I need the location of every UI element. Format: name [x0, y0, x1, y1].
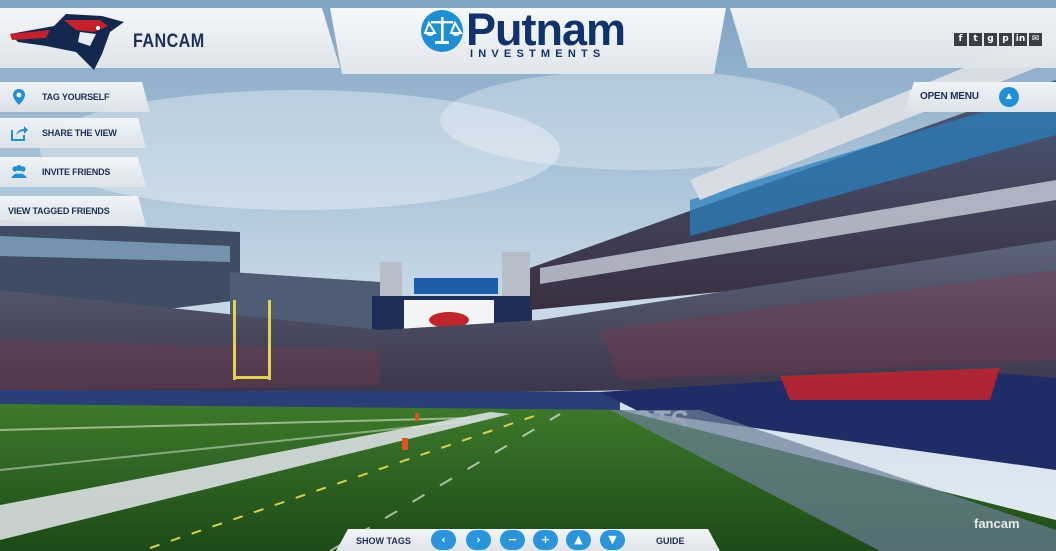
pan-down-button[interactable]: ▼ [600, 530, 625, 550]
app-title: FANCAM [133, 31, 205, 52]
tag-yourself-label: TAG YOURSELF [42, 92, 110, 102]
goal-post [268, 300, 271, 380]
patriots-logo [10, 14, 124, 70]
tower [502, 252, 530, 302]
share-view-label: SHARE THE VIEW [42, 128, 117, 138]
facebook-icon[interactable]: f [954, 33, 967, 46]
stadium-panorama[interactable]: PATRIOTS [0, 0, 1056, 551]
pylon [415, 413, 419, 421]
goal-post [233, 300, 236, 380]
map-pin-icon [10, 88, 28, 106]
twitter-icon[interactable]: t [969, 33, 982, 46]
pinterest-icon[interactable]: p [999, 33, 1012, 46]
email-icon[interactable]: ✉ [1029, 33, 1042, 46]
tag-yourself-button[interactable]: TAG YOURSELF [0, 82, 150, 112]
chevron-up-icon: ▲ [999, 87, 1019, 107]
pylon [402, 438, 408, 450]
open-menu-label: OPEN MENU [920, 91, 979, 102]
linkedin-icon[interactable]: in [1014, 33, 1027, 46]
zoom-in-button[interactable]: + [533, 530, 558, 550]
pan-right-button[interactable]: › [466, 530, 491, 550]
viewer-controls: SHOW TAGS ‹ › − + ▲ ▼ GUIDE [336, 529, 720, 551]
fancam-watermark: fancam [974, 516, 1020, 531]
pan-up-button[interactable]: ▲ [566, 530, 591, 550]
stadium-sign [414, 278, 498, 294]
putnam-scales-icon [421, 10, 463, 52]
guide-button[interactable]: GUIDE [656, 536, 685, 546]
open-menu-button[interactable]: OPEN MENU ▲ [904, 82, 1056, 112]
pan-left-button[interactable]: ‹ [431, 530, 456, 550]
invite-friends-button[interactable]: INVITE FRIENDS [0, 157, 146, 187]
share-view-button[interactable]: SHARE THE VIEW [0, 118, 146, 148]
zoom-out-button[interactable]: − [500, 530, 525, 550]
goal-crossbar [233, 376, 271, 379]
google-icon[interactable]: g [984, 33, 997, 46]
show-tags-button[interactable]: SHOW TAGS [356, 536, 411, 546]
people-icon [10, 163, 28, 181]
view-tagged-friends-button[interactable]: VIEW TAGGED FRIENDS [0, 196, 146, 226]
share-icon [10, 124, 28, 142]
social-links: f t g p in ✉ [954, 33, 1042, 46]
view-tagged-friends-label: VIEW TAGGED FRIENDS [8, 206, 110, 216]
sponsor-subtitle: INVESTMENTS [470, 48, 606, 60]
invite-friends-label: INVITE FRIENDS [42, 167, 111, 177]
